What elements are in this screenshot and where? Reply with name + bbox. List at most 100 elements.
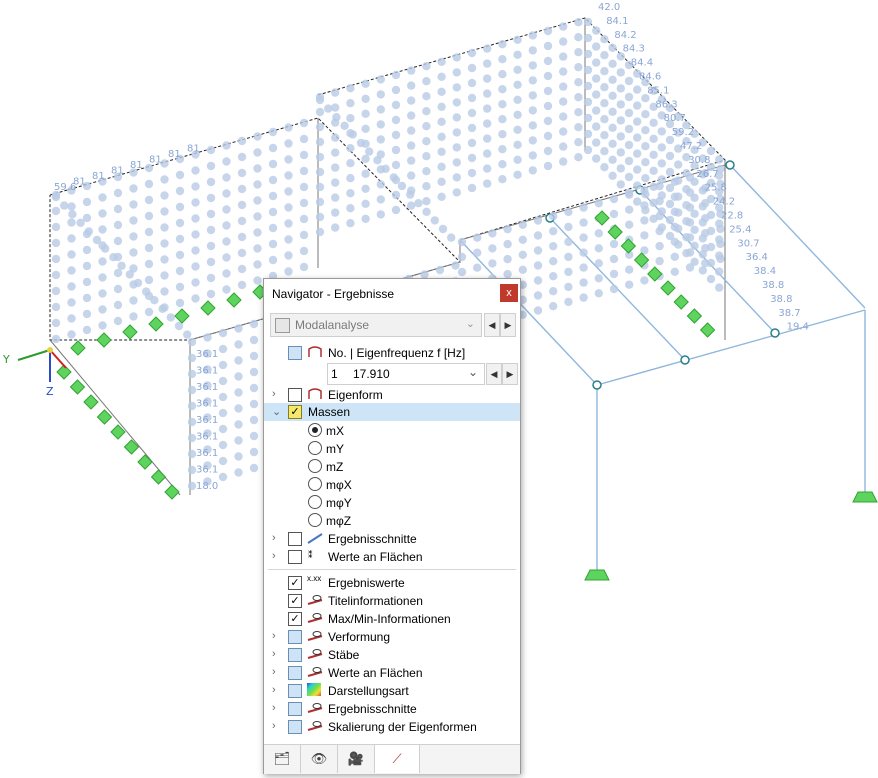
ergebnisschnitte-display-checkbox[interactable] <box>288 702 302 716</box>
mode-select[interactable]: 1 17.910 ⌄ <box>327 363 485 385</box>
radio-mx[interactable] <box>308 423 322 437</box>
mass-point <box>391 160 401 170</box>
mass-point <box>422 182 431 191</box>
mode-checkbox[interactable] <box>288 346 302 360</box>
prev-analysis-button[interactable]: ◀ <box>484 313 500 337</box>
close-button[interactable]: x <box>500 284 518 302</box>
tree-item-ergebnisschnitte[interactable]: › Ergebnisschnitte <box>264 530 520 548</box>
mass-point <box>101 244 110 253</box>
radio-mz[interactable] <box>308 459 322 473</box>
display-ergebniswerte[interactable]: ✓ x.xx Ergebniswerte <box>264 574 520 592</box>
support-2 <box>852 491 878 503</box>
radio-mphiz[interactable] <box>308 513 322 527</box>
chevron-right-icon[interactable]: › <box>272 684 276 696</box>
radio-mphix[interactable] <box>308 477 322 491</box>
mass-point <box>234 452 243 461</box>
chevron-right-icon[interactable]: › <box>272 532 276 544</box>
result-value-label: 30.8 <box>688 155 710 166</box>
mass-point <box>579 233 588 242</box>
tab-camera[interactable]: 🎥 <box>338 745 375 773</box>
tree-item-werte-flaechen[interactable]: › ⁑ Werte an Flächen <box>264 548 520 566</box>
chevron-right-icon[interactable]: › <box>272 720 276 732</box>
radio-mphiy[interactable] <box>308 495 322 509</box>
mass-option-mphix[interactable]: mφX <box>264 476 520 494</box>
eigenform-checkbox[interactable] <box>288 388 302 402</box>
mass-point <box>361 199 370 208</box>
display-verformung[interactable]: › Verformung <box>264 628 520 646</box>
tree-item-massen[interactable]: ⌄ ✓ Massen <box>264 403 520 421</box>
ergebniswerte-checkbox[interactable]: ✓ <box>288 576 302 590</box>
tab-data[interactable]: 🗂 <box>264 745 301 773</box>
mass-point <box>129 216 138 225</box>
display-darstellungsart[interactable]: › Darstellungsart <box>264 682 520 700</box>
mass-point <box>98 193 107 202</box>
chevron-right-icon[interactable]: › <box>272 388 276 400</box>
result-value-label: 84.1 <box>606 16 628 27</box>
mass-option-mphiy[interactable]: mφY <box>264 494 520 512</box>
prev-mode-button[interactable]: ◀ <box>486 363 502 385</box>
line-support-symbol <box>150 469 167 485</box>
darstellungsart-checkbox[interactable] <box>288 684 302 698</box>
tab-view[interactable]: 👁 <box>301 745 338 773</box>
mass-point <box>543 86 553 96</box>
mass-point <box>299 118 309 128</box>
display-skalierung[interactable]: › Skalierung der Eigenformen <box>264 718 520 736</box>
mass-point <box>592 122 601 131</box>
analysis-type-select[interactable]: Modalanalyse ⌄ <box>270 313 482 337</box>
display-titelinfo[interactable]: ✓ Titelinformationen <box>264 592 520 610</box>
display-ergebnisschnitte[interactable]: › Ergebnisschnitte <box>264 700 520 718</box>
chevron-right-icon[interactable]: › <box>272 648 276 660</box>
mode-header-row[interactable]: No. | Eigenfrequenz f [Hz] <box>264 344 520 362</box>
mass-point <box>268 191 278 201</box>
chevron-down-icon[interactable]: ⌄ <box>272 405 281 418</box>
mass-point <box>592 26 601 35</box>
staebe-checkbox[interactable] <box>288 648 302 662</box>
mass-point <box>473 233 482 242</box>
tree-item-eigenform[interactable]: › Eigenform <box>264 386 520 404</box>
mass-point <box>191 198 200 207</box>
panel-title: Navigator - Ergebnisse <box>272 287 395 301</box>
display-staebe[interactable]: › Stäbe <box>264 646 520 664</box>
mass-option-mx[interactable]: mX <box>264 422 520 440</box>
mass-point <box>144 195 154 205</box>
titelinfo-checkbox[interactable]: ✓ <box>288 594 302 608</box>
chevron-right-icon[interactable]: › <box>272 666 276 678</box>
mass-point <box>191 166 200 175</box>
mass-point <box>237 232 247 242</box>
line-support-symbol <box>226 292 242 308</box>
chevron-right-icon[interactable]: › <box>272 702 276 714</box>
mass-point <box>268 223 278 233</box>
tab-results[interactable]: ⟋ <box>375 745 420 773</box>
display-maxmin[interactable]: ✓ Max/Min-Informationen <box>264 610 520 628</box>
mass-point <box>376 180 385 189</box>
chevron-right-icon[interactable]: › <box>272 550 276 562</box>
mass-point <box>430 216 439 225</box>
massen-checkbox[interactable]: ✓ <box>288 405 302 419</box>
skalierung-checkbox[interactable] <box>288 720 302 734</box>
radio-my[interactable] <box>308 441 322 455</box>
mass-point <box>191 182 200 191</box>
mass-point <box>129 232 138 241</box>
mass-option-mphiz[interactable]: mφZ <box>264 512 520 530</box>
mass-point <box>332 113 341 122</box>
mass-option-mz[interactable]: mZ <box>264 458 520 476</box>
mass-point <box>452 128 461 137</box>
werte-flaechen-display-checkbox[interactable] <box>288 666 302 680</box>
mass-point <box>82 261 92 271</box>
panel-titlebar[interactable]: Navigator - Ergebnisse x <box>264 279 520 309</box>
werte-flaechen-checkbox[interactable] <box>288 550 302 564</box>
mass-option-my[interactable]: mY <box>264 440 520 458</box>
chevron-right-icon[interactable]: › <box>272 630 276 642</box>
eye-beam-icon <box>307 631 323 641</box>
result-value-label: 26.7 <box>696 169 718 180</box>
mass-point <box>175 218 185 228</box>
mass-point <box>608 59 617 68</box>
next-analysis-button[interactable]: ▶ <box>500 313 516 337</box>
next-mode-button[interactable]: ▶ <box>502 363 518 385</box>
mass-point <box>218 424 228 434</box>
display-werte-flaechen[interactable]: › Werte an Flächen <box>264 664 520 682</box>
ergebnisschnitte-checkbox[interactable] <box>288 532 302 546</box>
verformung-checkbox[interactable] <box>288 630 302 644</box>
mass-point <box>253 148 262 157</box>
maxmin-checkbox[interactable]: ✓ <box>288 612 302 626</box>
